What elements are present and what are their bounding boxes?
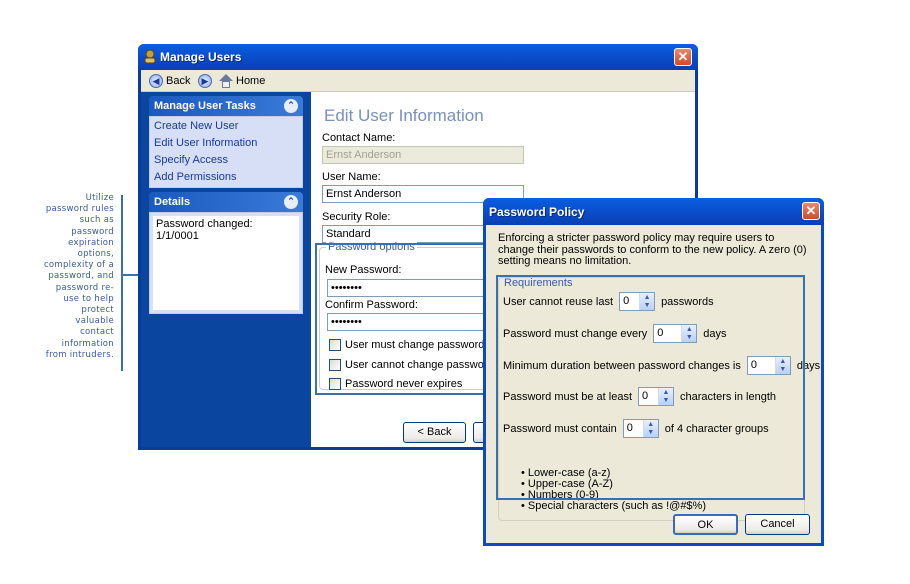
user-name-label: User Name:	[322, 171, 381, 183]
details-text: Password changed: 1/1/0001	[153, 216, 299, 310]
task-create-new-user[interactable]: Create New User	[150, 118, 302, 135]
details-panel-title: Details	[154, 196, 191, 208]
close-icon: ✕	[805, 203, 817, 218]
arrow-left-icon: ◀	[149, 74, 163, 88]
back-button[interactable]: < Back	[403, 422, 466, 443]
dialog-title: Password Policy	[489, 205, 585, 219]
list-item: • Special characters (such as !@#$%)	[521, 500, 706, 512]
back-label: Back	[166, 75, 191, 87]
forward-nav-button[interactable]: ▶	[198, 73, 212, 89]
callout-bracket	[121, 195, 123, 371]
back-nav-button[interactable]: ◀ Back	[149, 73, 190, 89]
task-specify-access[interactable]: Specify Access	[150, 152, 302, 169]
task-edit-user-information[interactable]: Edit User Information	[150, 135, 302, 152]
close-button[interactable]: ✕	[674, 48, 692, 66]
callout-annotation: Utilize password rules such as password …	[43, 193, 114, 360]
title-bar[interactable]: Manage Users ✕	[138, 44, 698, 70]
details-panel-body: Password changed: 1/1/0001	[149, 212, 303, 314]
arrow-right-icon: ▶	[198, 74, 212, 88]
tasks-panel-body: Create New User Edit User Information Sp…	[149, 116, 303, 188]
policy-description: Enforcing a stricter password policy may…	[498, 232, 807, 267]
dialog-title-bar[interactable]: Password Policy ✕	[483, 198, 824, 225]
dialog-close-button[interactable]: ✕	[802, 202, 820, 220]
contact-name-label: Contact Name:	[322, 132, 396, 144]
tasks-panel-header[interactable]: Manage User Tasks ⌃	[149, 96, 303, 116]
security-role-label: Security Role:	[322, 211, 391, 223]
page-title: Edit User Information	[324, 106, 484, 125]
sidebar: Manage User Tasks ⌃ Create New User Edit…	[141, 92, 311, 447]
cancel-button[interactable]: Cancel	[745, 514, 810, 535]
users-key-icon	[144, 49, 156, 64]
home-label: Home	[236, 75, 266, 87]
requirements-highlight	[496, 275, 805, 500]
ok-button[interactable]: OK	[673, 514, 738, 535]
home-icon	[219, 74, 233, 88]
chevron-up-icon[interactable]: ⌃	[284, 195, 298, 209]
tasks-panel-title: Manage User Tasks	[154, 100, 256, 112]
home-button[interactable]: Home	[219, 73, 265, 89]
contact-name-field: Ernst Anderson	[322, 146, 524, 164]
details-panel-header[interactable]: Details ⌃	[149, 192, 303, 212]
close-icon: ✕	[677, 49, 689, 64]
toolbar: ◀ Back ▶ Home	[141, 70, 695, 92]
window-title: Manage Users	[160, 50, 242, 64]
task-add-permissions[interactable]: Add Permissions	[150, 169, 302, 186]
chevron-up-icon[interactable]: ⌃	[284, 99, 298, 113]
